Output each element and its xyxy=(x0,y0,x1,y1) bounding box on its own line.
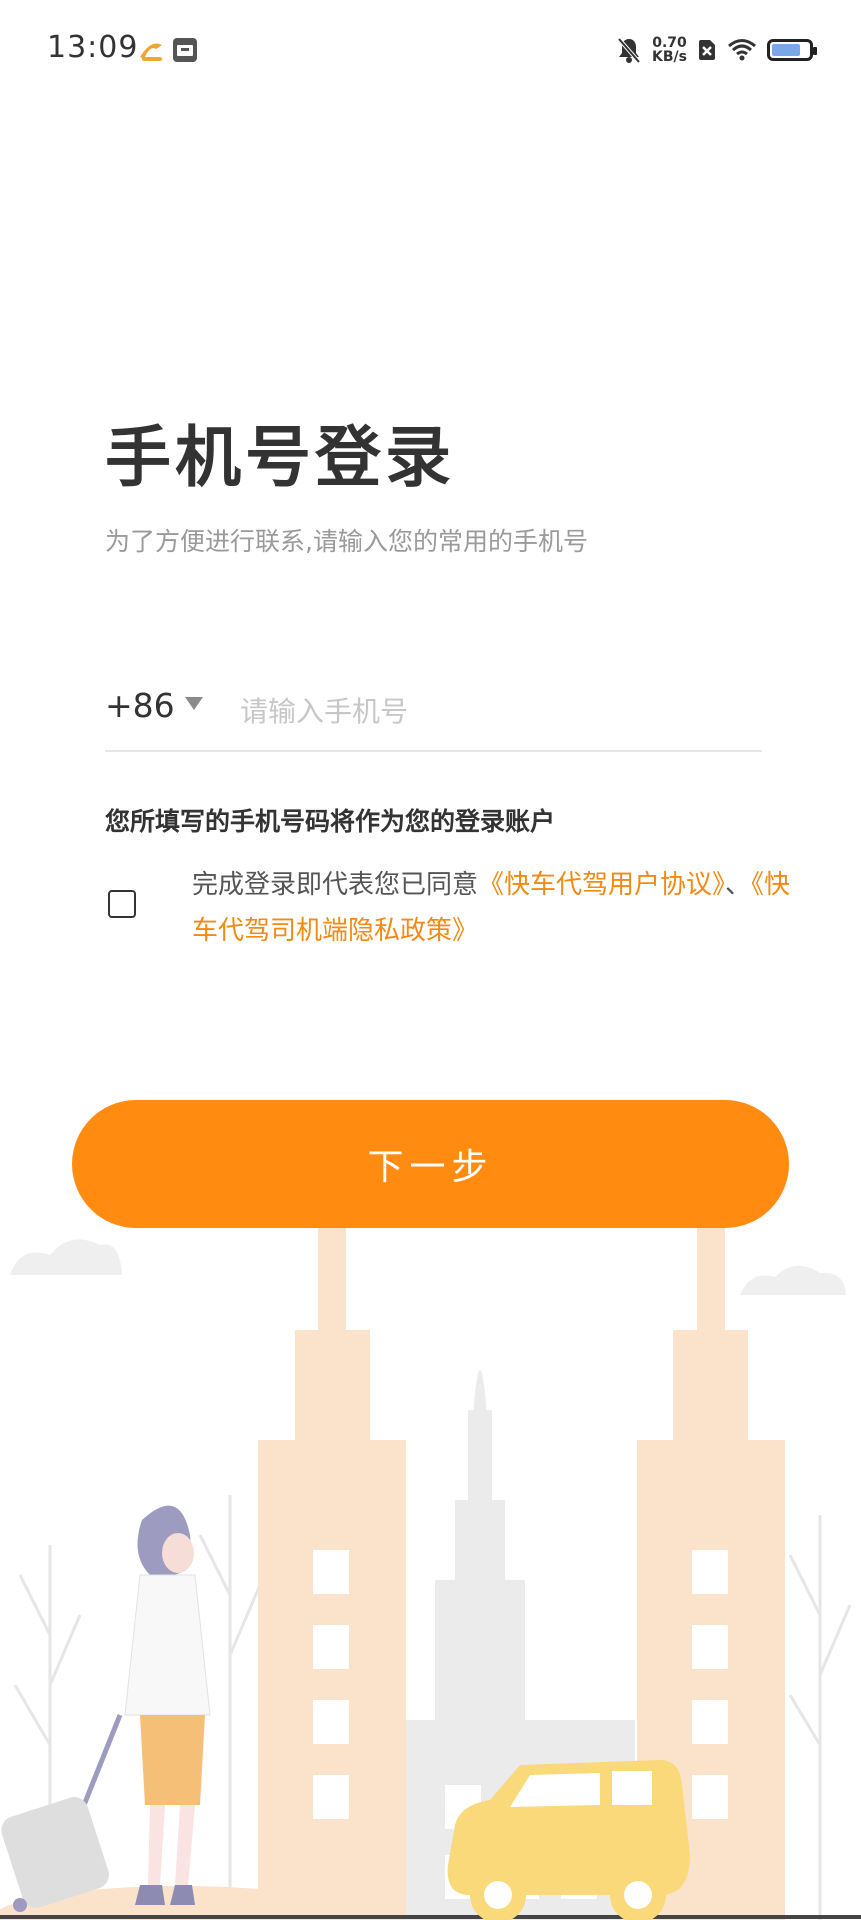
status-right: 0.70 KB/s xyxy=(616,30,817,70)
cloud-left xyxy=(10,1239,122,1275)
status-time: 13:09 xyxy=(47,30,139,65)
app-icon-2 xyxy=(173,38,197,62)
login-page: 13:09 0.70 KB/s 手机号登录 为了方便进行联系,请输入您的常用的手… xyxy=(0,0,861,1920)
woman-figure xyxy=(124,1505,211,1905)
status-bar: 13:09 0.70 KB/s xyxy=(0,0,861,100)
battery-icon xyxy=(767,39,817,61)
chevron-down-icon[interactable] xyxy=(185,697,203,710)
phone-input[interactable] xyxy=(238,680,752,742)
user-agreement-link[interactable]: 《快车代驾用户协议》 xyxy=(478,870,725,900)
country-code-selector[interactable]: +86 xyxy=(105,686,175,725)
account-note: 您所填写的手机号码将作为您的登录账户 xyxy=(105,807,556,836)
agreement-prefix: 完成登录即代表您已同意 xyxy=(192,870,479,900)
agreement-checkbox[interactable] xyxy=(108,890,136,918)
wifi-icon xyxy=(728,39,756,61)
suitcase xyxy=(1,1714,123,1912)
net-speed-value: 0.70 xyxy=(652,35,687,51)
net-speed-unit: KB/s xyxy=(652,49,687,65)
page-title: 手机号登录 xyxy=(105,419,455,496)
agreement-text: 完成登录即代表您已同意《快车代驾用户协议》、《快车代驾司机端隐私政策》 xyxy=(192,862,792,954)
app-icon-1 xyxy=(140,43,162,61)
phone-input-row: +86 xyxy=(105,680,762,752)
city-illustration xyxy=(0,1215,861,1920)
net-speed: 0.70 KB/s xyxy=(652,36,687,64)
cloud-right xyxy=(740,1265,846,1295)
agreement-separator: 、 xyxy=(725,870,752,900)
mute-bell-icon xyxy=(617,37,641,64)
next-step-button[interactable]: 下一步 xyxy=(72,1100,789,1228)
page-subtitle: 为了方便进行联系,请输入您的常用的手机号 xyxy=(105,527,588,556)
sim-off-icon xyxy=(699,40,715,60)
